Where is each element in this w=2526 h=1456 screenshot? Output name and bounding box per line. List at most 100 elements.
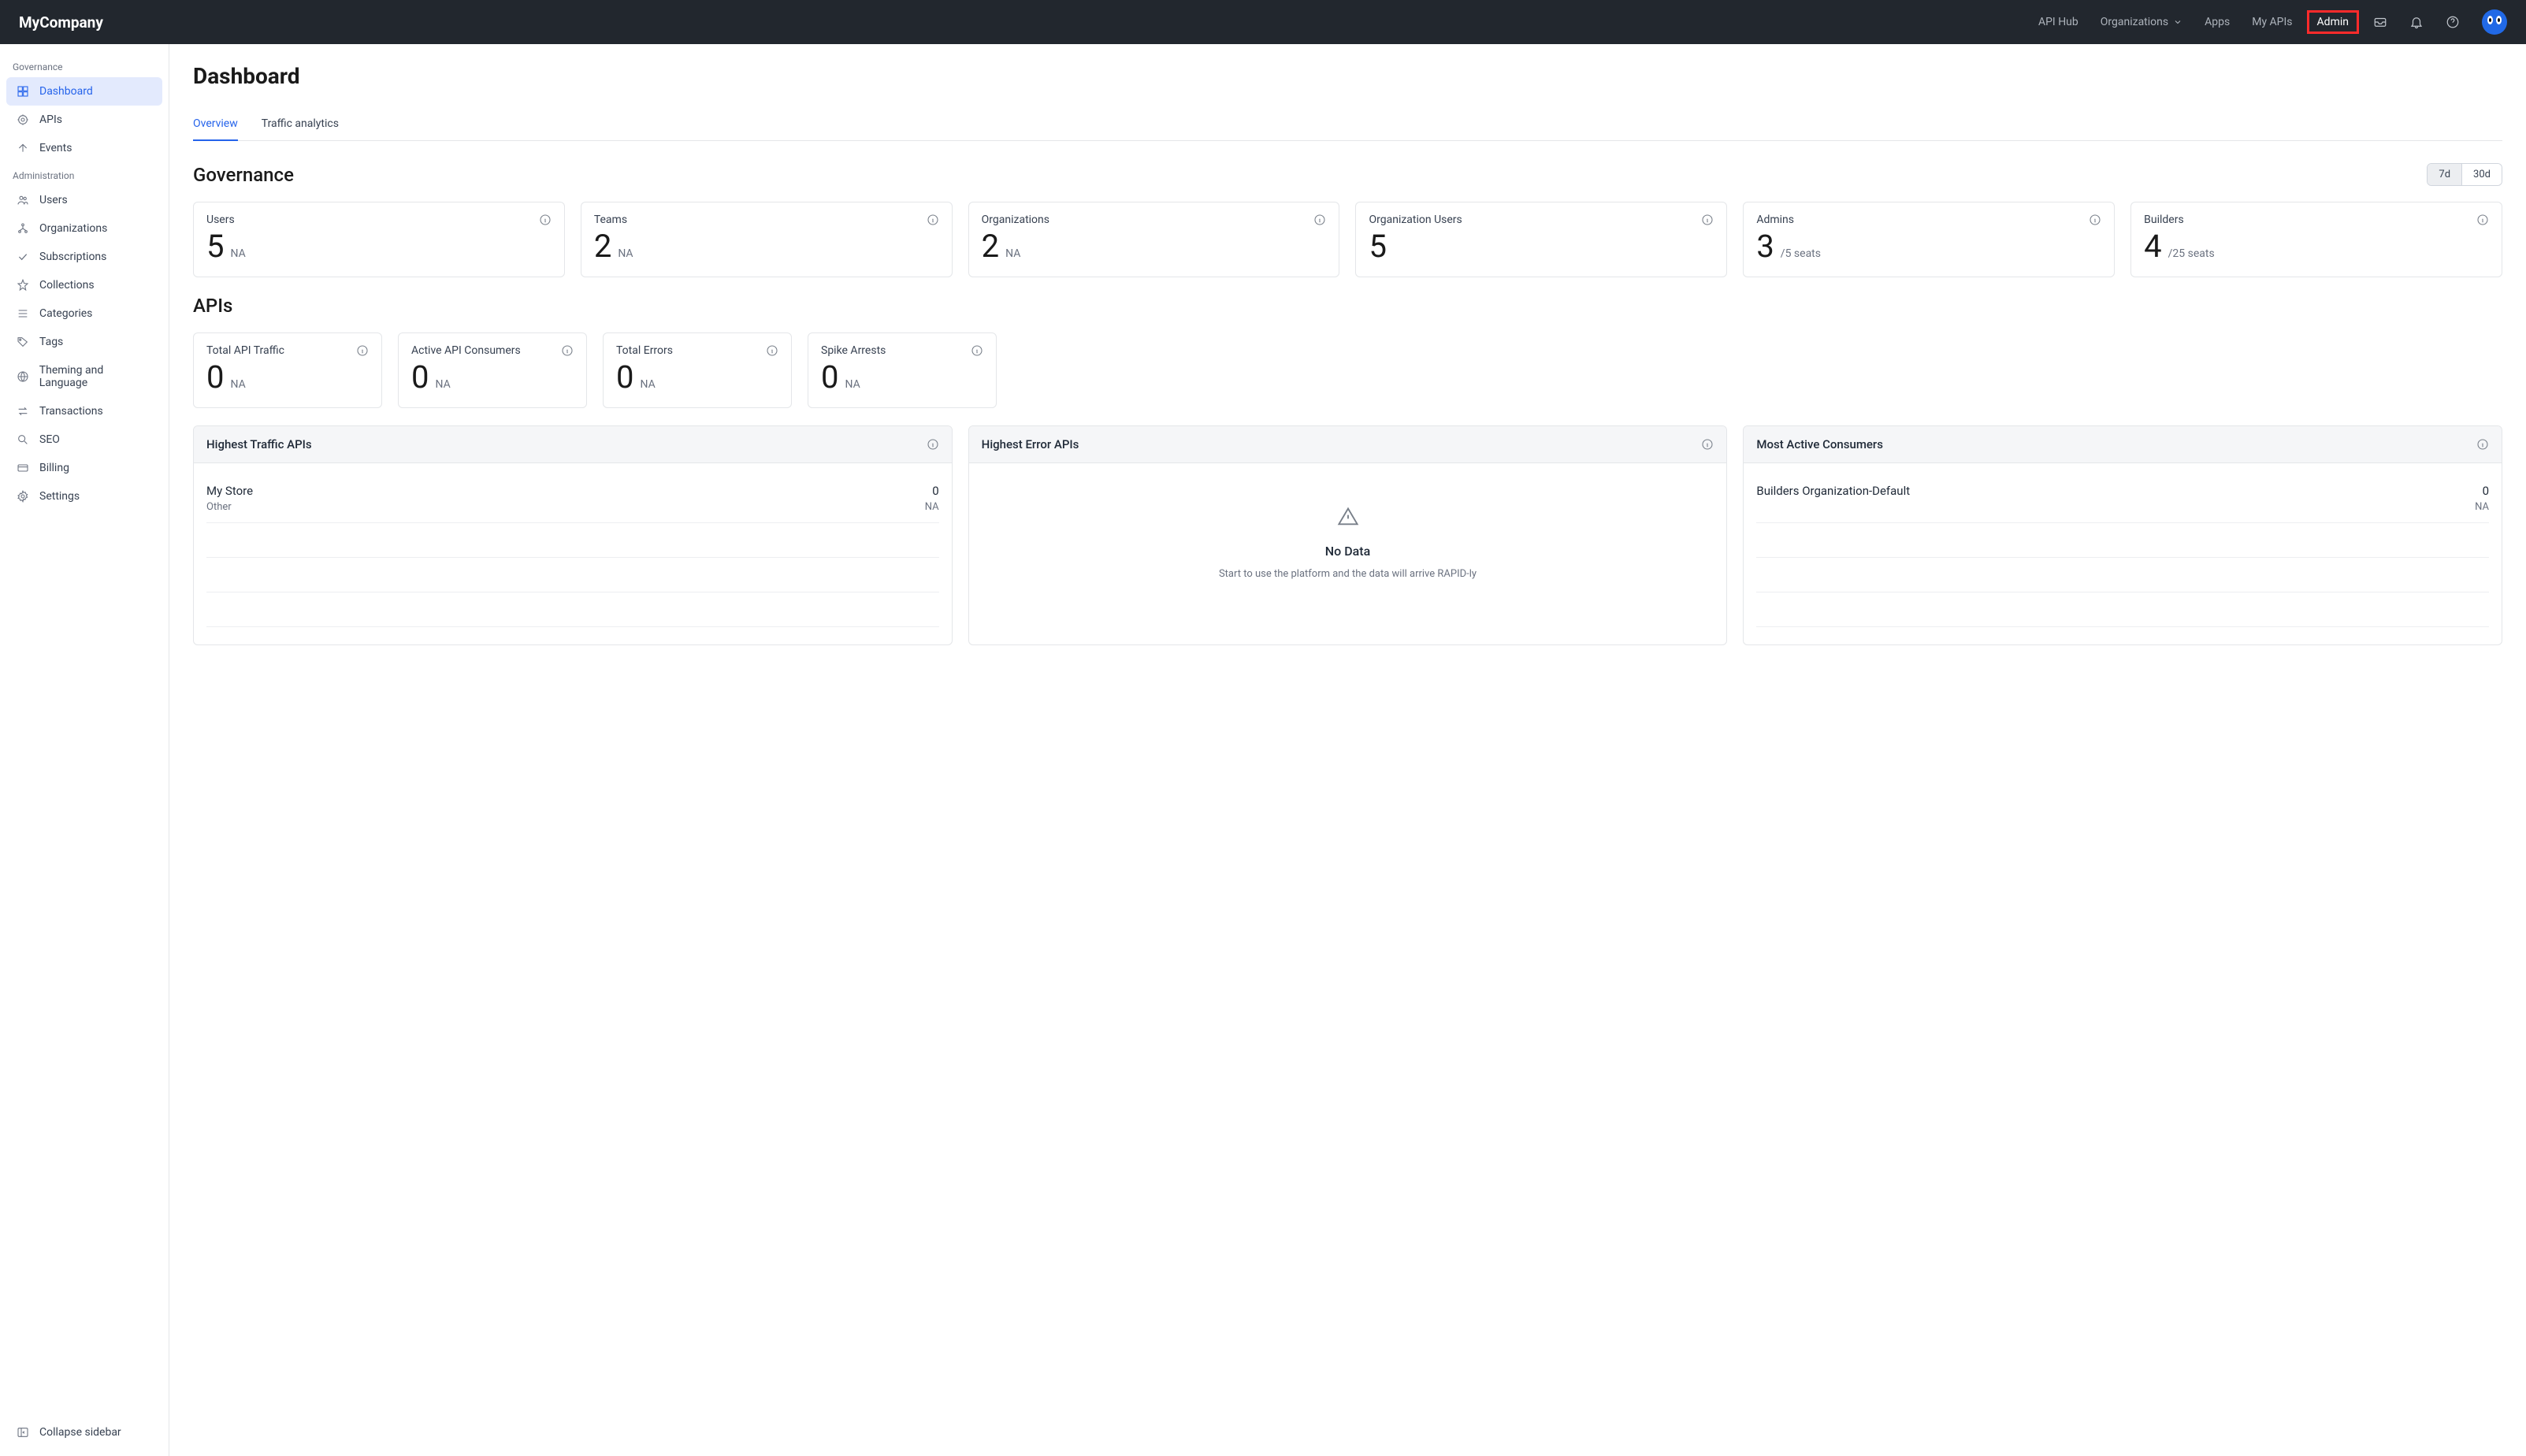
info-icon[interactable] [766,344,778,357]
info-icon[interactable] [927,438,939,451]
sidebar-item-organizations[interactable]: Organizations [6,214,162,243]
sidebar-item-label: Events [39,142,72,154]
tab-overview[interactable]: Overview [193,111,238,141]
list-item-value-sub: NA [2475,501,2489,513]
topbar-nav: API Hub Organizations Apps My APIs Admin [2038,9,2507,35]
sidebar-item-events[interactable]: Events [6,134,162,162]
metric-label: Organizations [982,214,1049,226]
sidebar-item-billing[interactable]: Billing [6,454,162,482]
panel-title: Most Active Consumers [1756,437,1883,451]
metric-label: Total Errors [616,344,673,357]
metric-suffix: NA [1005,247,1020,260]
list-item[interactable]: My Store Other 0 NA [206,474,939,523]
info-icon[interactable] [1313,214,1326,226]
metric-label: Teams [594,214,627,226]
metric-builders: Builders 4 /25 seats [2130,202,2502,277]
billing-icon [16,462,30,474]
page-title: Dashboard [193,63,2502,89]
avatar[interactable] [2482,9,2507,35]
info-icon[interactable] [971,344,983,357]
metric-total-traffic: Total API Traffic 0 NA [193,332,382,408]
metric-suffix: NA [845,378,860,391]
main: Dashboard Overview Traffic analytics Gov… [169,44,2526,1456]
empty-row [1756,523,2489,558]
range-30d[interactable]: 30d [2461,164,2502,185]
metric-label: Builders [2144,214,2184,226]
panel-title: Highest Traffic APIs [206,437,312,451]
empty-row [206,523,939,558]
list-item-subtitle: Other [206,501,253,513]
sidebar-item-apis[interactable]: APIs [6,106,162,134]
inbox-icon[interactable] [2373,15,2387,29]
empty-row [206,592,939,627]
sidebar-item-theming[interactable]: Theming and Language [6,356,162,397]
sidebar-item-label: Users [39,194,68,206]
panel-most-active-consumers: Most Active Consumers Builders Organizat… [1743,425,2502,645]
sidebar-item-categories[interactable]: Categories [6,299,162,328]
info-icon[interactable] [2476,214,2489,226]
users-icon [16,194,30,206]
tags-icon [16,336,30,348]
info-icon[interactable] [356,344,369,357]
info-icon[interactable] [561,344,574,357]
sidebar-item-settings[interactable]: Settings [6,482,162,511]
panel-highest-traffic: Highest Traffic APIs My Store Other 0 NA [193,425,953,645]
info-icon[interactable] [539,214,552,226]
sidebar-item-users[interactable]: Users [6,186,162,214]
sidebar-item-dashboard[interactable]: Dashboard [6,77,162,106]
list-item-value-sub: NA [925,501,939,513]
metric-label: Total API Traffic [206,344,284,357]
seo-icon [16,433,30,446]
help-icon[interactable] [2446,15,2460,29]
metric-total-errors: Total Errors 0 NA [603,332,792,408]
sidebar-item-label: Categories [39,307,92,320]
api-icon [16,113,30,126]
sidebar-item-label: Organizations [39,222,107,235]
metric-suffix: /5 seats [1781,247,1821,260]
info-icon[interactable] [1701,438,1714,451]
sidebar-item-transactions[interactable]: Transactions [6,397,162,425]
sidebar-item-label: APIs [39,113,62,126]
info-icon[interactable] [2089,214,2101,226]
company-name[interactable]: MyCompany [19,13,103,32]
nav-admin[interactable]: Admin [2307,10,2359,34]
info-icon[interactable] [927,214,939,226]
sidebar-item-label: Collections [39,279,95,292]
metric-org-users: Organization Users 5 [1355,202,1727,277]
nav-organizations[interactable]: Organizations [2101,16,2182,28]
nav-organizations-label: Organizations [2101,16,2168,28]
nav-my-apis[interactable]: My APIs [2252,16,2292,28]
collapse-sidebar[interactable]: Collapse sidebar [6,1418,162,1447]
sidebar-item-label: Transactions [39,405,103,418]
transactions-icon [16,405,30,418]
collections-icon [16,279,30,292]
sidebar-item-label: SEO [39,433,60,446]
sidebar-item-subscriptions[interactable]: Subscriptions [6,243,162,271]
panel-row: Highest Traffic APIs My Store Other 0 NA [193,425,2502,645]
range-7d[interactable]: 7d [2428,164,2461,185]
nav-apps[interactable]: Apps [2205,16,2230,28]
metric-value: 2 [594,229,611,264]
metric-label: Spike Arrests [821,344,886,357]
sidebar-group-governance: Governance [6,54,162,77]
metric-organizations: Organizations 2 NA [968,202,1340,277]
nav-api-hub[interactable]: API Hub [2038,16,2078,28]
list-item-title: My Store [206,484,253,498]
metric-suffix: NA [618,247,633,260]
governance-cards: Users 5 NA Teams 2 NA [193,202,2502,277]
metric-suffix: NA [230,378,245,391]
info-icon[interactable] [1701,214,1714,226]
sidebar-item-label: Dashboard [39,85,93,98]
metric-value: 5 [1369,229,1386,264]
sidebar-item-tags[interactable]: Tags [6,328,162,356]
list-item-value: 0 [2483,484,2489,498]
info-icon[interactable] [2476,438,2489,451]
events-icon [16,142,30,154]
sidebar-item-seo[interactable]: SEO [6,425,162,454]
tab-traffic-analytics[interactable]: Traffic analytics [262,111,339,141]
sidebar-item-label: Theming and Language [39,364,153,389]
bell-icon[interactable] [2409,15,2424,29]
metric-value: 0 [411,360,429,395]
list-item[interactable]: Builders Organization-Default 0 NA [1756,474,2489,523]
sidebar-item-collections[interactable]: Collections [6,271,162,299]
